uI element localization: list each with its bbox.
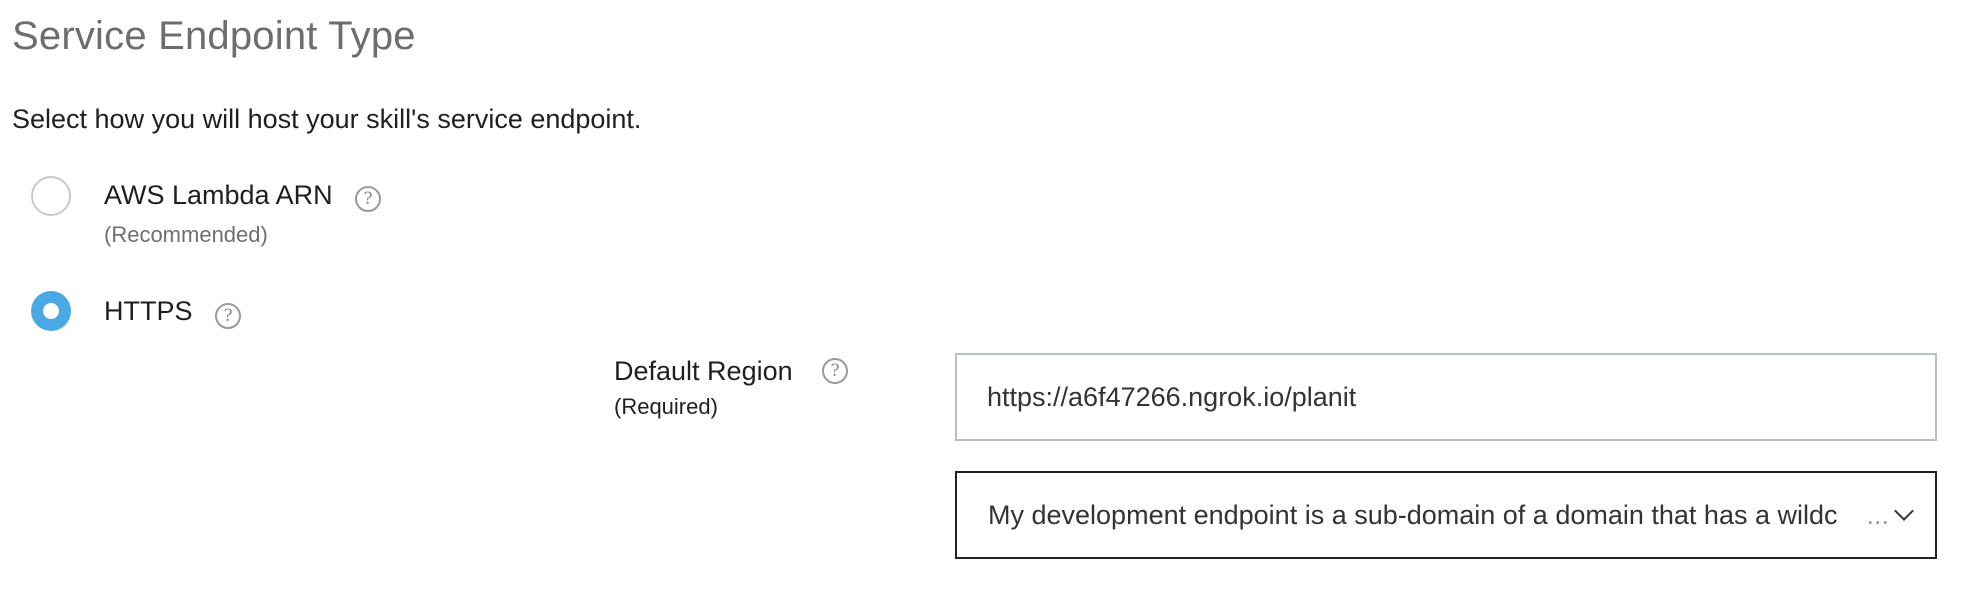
radio-aws-lambda[interactable] <box>31 176 71 216</box>
help-icon[interactable]: ? <box>215 303 241 329</box>
help-icon[interactable]: ? <box>355 186 381 212</box>
radio-https[interactable] <box>31 291 71 331</box>
required-label: (Required) <box>614 394 718 419</box>
option-label-https[interactable]: HTTPS <box>104 296 193 327</box>
option-label-aws-lambda[interactable]: AWS Lambda ARN <box>104 180 333 211</box>
endpoint-url-input[interactable] <box>955 353 1937 441</box>
ssl-certificate-select[interactable]: My development endpoint is a sub-domain … <box>955 471 1937 559</box>
option-sublabel-recommended: (Recommended) <box>104 222 268 247</box>
chevron-down-icon <box>1894 501 1914 521</box>
default-region-label: Default Region <box>614 356 793 386</box>
ssl-certificate-selected-value: My development endpoint is a sub-domain … <box>988 499 1838 530</box>
section-title: Service Endpoint Type <box>12 14 416 58</box>
section-description: Select how you will host your skill's se… <box>12 104 642 134</box>
help-icon[interactable]: ? <box>822 358 848 384</box>
ellipsis: ... <box>1866 499 1889 530</box>
